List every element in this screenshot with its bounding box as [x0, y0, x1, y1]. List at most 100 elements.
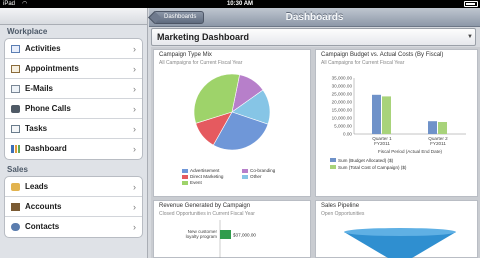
- y-tick-label: 5,000.00: [334, 124, 352, 129]
- sidebar-item-accounts[interactable]: Accounts ›: [5, 197, 142, 217]
- section-title-sales: Sales: [7, 165, 28, 174]
- phone-icon: [11, 105, 20, 113]
- sidebar-item-label: Phone Calls: [25, 104, 71, 113]
- dashboard-selector-value: Marketing Dashboard: [157, 32, 250, 42]
- campaign-type-mix-panel: Campaign Type Mix All Campaigns for Curr…: [153, 49, 311, 197]
- dashboard-selector[interactable]: Marketing Dashboard ▼: [151, 28, 476, 46]
- sidebar-item-activities[interactable]: Activities ›: [5, 39, 142, 59]
- chevron-right-icon: ›: [133, 64, 136, 74]
- panel-title: Sales Pipeline: [321, 203, 360, 209]
- y-tick-label: 30,000.00: [332, 84, 353, 89]
- bar-revenue: [220, 230, 231, 239]
- legend-item-co-branding: Co-branding: [242, 168, 275, 173]
- chevron-right-icon: ›: [133, 144, 136, 154]
- sidebar-header: [0, 8, 147, 25]
- x-tick-label: FY2011: [430, 141, 446, 146]
- legend-swatch: [182, 180, 188, 185]
- panel-subtitle: Closed Opportunities in Current Fiscal Y…: [159, 211, 255, 217]
- funnel-chart: [344, 228, 456, 258]
- revenue-chart: New customerloyalty program $37,000.00: [186, 220, 256, 258]
- bar-actual-q2: [438, 122, 447, 134]
- panel-subtitle: All Campaigns for Current Fiscal Year: [159, 60, 243, 66]
- sidebar-item-label: Leads: [25, 182, 49, 191]
- sidebar-item-dashboard[interactable]: Dashboard ›: [5, 139, 142, 159]
- sidebar-item-emails[interactable]: E-Mails ›: [5, 79, 142, 99]
- tasks-icon: [11, 125, 20, 133]
- legend-label: Other: [250, 174, 262, 179]
- legend-item-event: Event: [182, 180, 202, 185]
- bar-actual-q1: [382, 96, 391, 134]
- sidebar-item-label: Contacts: [25, 222, 60, 231]
- pie-chart: [193, 73, 271, 150]
- budget-vs-actual-panel: Campaign Budget vs. Actual Costs (By Fis…: [315, 49, 478, 197]
- legend-swatch: [242, 174, 248, 179]
- chevron-right-icon: ›: [133, 222, 136, 232]
- legend-item-other: Other: [242, 174, 262, 179]
- revenue-panel: Revenue Generated by Campaign Closed Opp…: [153, 200, 311, 258]
- legend-swatch: [182, 174, 188, 179]
- sidebar-item-label: Tasks: [25, 124, 48, 133]
- category-label: loyalty program: [186, 234, 218, 239]
- clock: 10:30 AM: [226, 1, 254, 7]
- chevron-right-icon: ›: [133, 124, 136, 134]
- y-tick-label: 25,000.00: [332, 92, 353, 97]
- y-tick-label: 20,000.00: [332, 100, 353, 105]
- x-axis-label: Fiscal Period (Actual End Date): [378, 149, 443, 154]
- sales-group: Leads › Accounts › Contacts ›: [4, 176, 143, 238]
- chevron-right-icon: ›: [133, 44, 136, 54]
- leads-icon: [11, 183, 20, 191]
- legend-swatch: [330, 165, 336, 169]
- pie-legend: Advertisement Co-branding Direct Marketing…: [182, 168, 307, 196]
- chevron-right-icon: ›: [133, 104, 136, 114]
- emails-icon: [11, 85, 20, 93]
- dashboard-content: Campaign Type Mix All Campaigns for Curr…: [151, 47, 480, 258]
- panel-subtitle: Open Opportunities: [321, 211, 365, 217]
- back-button[interactable]: Dashboards: [153, 11, 205, 24]
- sidebar-item-contacts[interactable]: Contacts ›: [5, 217, 142, 237]
- legend-swatch: [330, 158, 336, 162]
- chevron-right-icon: ›: [133, 84, 136, 94]
- sidebar-item-tasks[interactable]: Tasks ›: [5, 119, 142, 139]
- legend-label: Event: [190, 180, 202, 185]
- status-bar: iPad ◠ 10:30 AM: [0, 0, 480, 8]
- panel-title: Campaign Budget vs. Actual Costs (By Fis…: [321, 52, 444, 58]
- sidebar-item-phone-calls[interactable]: Phone Calls ›: [5, 99, 142, 119]
- chevron-right-icon: ›: [133, 182, 136, 192]
- sidebar-item-leads[interactable]: Leads ›: [5, 177, 142, 197]
- panel-title: Revenue Generated by Campaign: [159, 203, 251, 209]
- legend-item-direct-marketing: Direct Marketing: [182, 174, 223, 179]
- legend-label: Sum (Total Cost of Campaign) ($): [338, 165, 407, 170]
- funnel-top: [344, 228, 456, 236]
- dashboard-icon: [11, 145, 20, 153]
- section-title-workplace: Workplace: [7, 27, 48, 36]
- sidebar-item-label: E-Mails: [25, 84, 54, 93]
- legend-swatch: [242, 168, 248, 173]
- legend-label: Sum (Budget Allocated) ($): [338, 158, 394, 163]
- data-label: $37,000.00: [233, 233, 256, 238]
- contacts-icon: [11, 223, 20, 231]
- sales-pipeline-panel: Sales Pipeline Open Opportunities: [315, 200, 478, 258]
- navigation-bar: Dashboards Dashboards: [149, 8, 480, 27]
- bar-budget-q2: [428, 121, 437, 134]
- workplace-group: Activities › Appointments › E-Mails › Ph…: [4, 38, 143, 160]
- appointments-icon: [11, 65, 20, 73]
- bar-budget-q1: [372, 94, 381, 134]
- sidebar: Workplace Activities › Appointments › E-…: [0, 8, 148, 258]
- y-tick-label: 0.00: [343, 132, 352, 137]
- y-tick-label: 10,000.00: [332, 116, 353, 121]
- panel-title: Campaign Type Mix: [159, 52, 212, 58]
- legend-label: Advertisement: [190, 168, 220, 173]
- panel-subtitle: All Campaigns for Current Fiscal Year: [321, 60, 405, 66]
- sidebar-item-appointments[interactable]: Appointments ›: [5, 59, 142, 79]
- battery-icon: [464, 1, 478, 7]
- legend-swatch: [182, 168, 188, 173]
- sidebar-item-label: Appointments: [25, 64, 79, 73]
- legend-label: Co-branding: [250, 168, 276, 173]
- y-tick-label: 35,000.00: [332, 76, 353, 81]
- sidebar-item-label: Accounts: [25, 202, 62, 211]
- legend-label: Direct Marketing: [190, 174, 224, 179]
- sidebar-item-label: Dashboard: [25, 144, 67, 153]
- chevron-right-icon: ›: [133, 202, 136, 212]
- activities-icon: [11, 45, 20, 53]
- legend-item-advertisement: Advertisement: [182, 168, 219, 173]
